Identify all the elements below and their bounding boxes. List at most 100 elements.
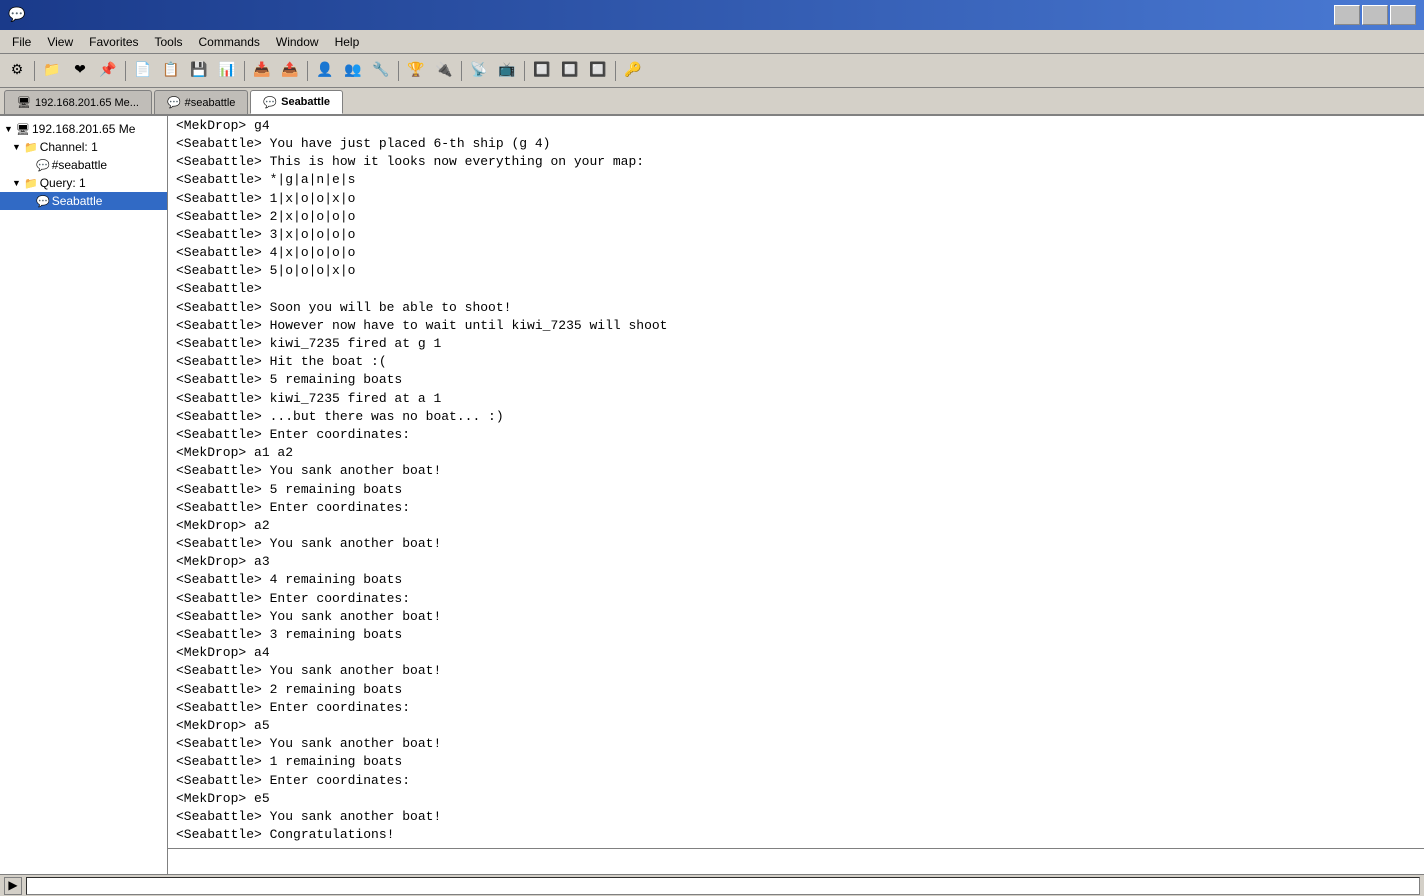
tab-icon-2: 💬 — [263, 96, 277, 109]
toolbar-sep-4 — [307, 61, 308, 81]
tab-bar: 🖥192.168.201.65 Me... 💬 #seabattle 💬 Seabatt… — [0, 88, 1424, 116]
chat-line-9: <Seabattle> 2|x|o|o|o|o — [176, 208, 1416, 226]
toolbar-sep-6 — [461, 61, 462, 81]
tree-icon-3: 📁 — [24, 177, 38, 190]
sidebar-item-2[interactable]: 💬#seabattle — [0, 156, 167, 174]
chat-line-43: <Seabattle> You sank another boat! — [176, 808, 1416, 826]
menu-item-window[interactable]: Window — [268, 33, 327, 51]
toolbar-btn-20[interactable]: 🔑 — [620, 58, 646, 84]
sidebar-item-1[interactable]: ▼📁Channel: 1 — [0, 138, 167, 156]
chat-input-bar — [168, 848, 1424, 874]
chat-line-11: <Seabattle> 4|x|o|o|o|o — [176, 244, 1416, 262]
toolbar-btn-6[interactable]: 💾 — [186, 58, 212, 84]
tab-2[interactable]: 💬 Seabattle — [250, 90, 343, 114]
chat-line-29: <Seabattle> 4 remaining boats — [176, 571, 1416, 589]
toolbar-btn-8[interactable]: 📥 — [249, 58, 275, 84]
toolbar-btn-15[interactable]: 📡 — [466, 58, 492, 84]
toolbar-btn-16[interactable]: 📺 — [494, 58, 520, 84]
menu-item-help[interactable]: Help — [327, 33, 368, 51]
tree-icon-1: 📁 — [24, 141, 38, 154]
title-bar-left: 💬 — [8, 7, 31, 24]
toolbar-btn-14[interactable]: 🔌 — [431, 58, 457, 84]
toolbar-btn-5[interactable]: 📋 — [158, 58, 184, 84]
tab-icon-1: 💬 — [167, 96, 181, 109]
toolbar-btn-19[interactable]: 🔲 — [585, 58, 611, 84]
minimize-button[interactable] — [1334, 5, 1360, 25]
chat-line-20: <Seabattle> ...but there was no boat... … — [176, 408, 1416, 426]
toolbar-sep-2 — [125, 61, 126, 81]
main: ▼🖥192.168.201.65 Me▼📁Channel: 1💬#seabatt… — [0, 116, 1424, 874]
chat-line-22: <MekDrop> a1 a2 — [176, 444, 1416, 462]
tab-label-2: Seabattle — [281, 96, 330, 108]
toolbar-btn-13[interactable]: 🏆 — [403, 58, 429, 84]
chat-line-26: <MekDrop> a2 — [176, 517, 1416, 535]
toolbar-sep-7 — [524, 61, 525, 81]
chat-line-27: <Seabattle> You sank another boat! — [176, 535, 1416, 553]
chat-line-15: <Seabattle> However now have to wait unt… — [176, 317, 1416, 335]
chat-line-5: <Seabattle> You have just placed 6-th sh… — [176, 135, 1416, 153]
chat-line-6: <Seabattle> This is how it looks now eve… — [176, 153, 1416, 171]
expand-icon-1: ▼ — [12, 142, 22, 152]
toolbar-btn-12[interactable]: 🔧 — [368, 58, 394, 84]
menu-bar: FileViewFavoritesToolsCommandsWindowHelp — [0, 30, 1424, 54]
chat-line-25: <Seabattle> Enter coordinates: — [176, 499, 1416, 517]
chat-messages[interactable]: <Seabattle> Enter coordinates for 5-th s… — [168, 116, 1424, 848]
menu-item-tools[interactable]: Tools — [147, 33, 191, 51]
toolbar-btn-10[interactable]: 👤 — [312, 58, 338, 84]
sidebar-item-4[interactable]: 💬Seabattle — [0, 192, 167, 210]
toolbar-btn-0[interactable]: ⚙ — [4, 58, 30, 84]
chat-container: <Seabattle> Enter coordinates for 5-th s… — [168, 116, 1424, 874]
chat-input[interactable] — [168, 850, 1424, 874]
chat-line-10: <Seabattle> 3|x|o|o|o|o — [176, 226, 1416, 244]
chat-line-13: <Seabattle> — [176, 280, 1416, 298]
toolbar-btn-18[interactable]: 🔲 — [557, 58, 583, 84]
chat-line-18: <Seabattle> 5 remaining boats — [176, 371, 1416, 389]
status-arrow-button[interactable]: ▶ — [4, 877, 22, 895]
sidebar-label-2: #seabattle — [52, 158, 107, 172]
status-bar: ▶ — [0, 874, 1424, 896]
status-input-area — [26, 877, 1420, 895]
expand-icon-3: ▼ — [12, 178, 22, 188]
chat-line-4: <MekDrop> g4 — [176, 117, 1416, 135]
toolbar-sep-1 — [34, 61, 35, 81]
chat-line-14: <Seabattle> Soon you will be able to sho… — [176, 299, 1416, 317]
title-bar-controls — [1334, 5, 1416, 25]
toolbar-btn-3[interactable]: 📌 — [95, 58, 121, 84]
chat-line-7: <Seabattle> *|g|a|n|e|s — [176, 171, 1416, 189]
tab-0[interactable]: 🖥192.168.201.65 Me... — [4, 90, 152, 114]
menu-item-favorites[interactable]: Favorites — [81, 33, 146, 51]
menu-item-commands[interactable]: Commands — [191, 33, 268, 51]
tab-1[interactable]: 💬 #seabattle — [154, 90, 248, 114]
toolbar-btn-17[interactable]: 🔲 — [529, 58, 555, 84]
menu-item-view[interactable]: View — [39, 33, 81, 51]
tree-icon-2: 💬 — [36, 159, 50, 172]
menu-item-file[interactable]: File — [4, 33, 39, 51]
toolbar-sep-8 — [615, 61, 616, 81]
toolbar-sep-3 — [244, 61, 245, 81]
chat-line-33: <MekDrop> a4 — [176, 644, 1416, 662]
chat-line-39: <Seabattle> 1 remaining boats — [176, 753, 1416, 771]
sidebar-item-3[interactable]: ▼📁Query: 1 — [0, 174, 167, 192]
toolbar-btn-1[interactable]: 📁 — [39, 58, 65, 84]
toolbar-btn-4[interactable]: 📄 — [130, 58, 156, 84]
maximize-button[interactable] — [1362, 5, 1388, 25]
chat-line-34: <Seabattle> You sank another boat! — [176, 662, 1416, 680]
chat-line-37: <MekDrop> a5 — [176, 717, 1416, 735]
toolbar-btn-2[interactable]: ❤ — [67, 58, 93, 84]
sidebar-label-4: Seabattle — [52, 194, 103, 208]
chat-line-12: <Seabattle> 5|o|o|o|x|o — [176, 262, 1416, 280]
toolbar: ⚙ 📁 ❤ 📌 📄 📋 💾 📊 📥 📤 👤 👥 🔧 🏆 🔌 📡 📺 🔲 🔲 🔲 … — [0, 54, 1424, 88]
toolbar-btn-9[interactable]: 📤 — [277, 58, 303, 84]
sidebar: ▼🖥192.168.201.65 Me▼📁Channel: 1💬#seabatt… — [0, 116, 168, 874]
tab-label-1: #seabattle — [185, 97, 236, 109]
toolbar-btn-7[interactable]: 📊 — [214, 58, 240, 84]
tree-icon-4: 💬 — [36, 195, 50, 208]
close-button[interactable] — [1390, 5, 1416, 25]
toolbar-btn-11[interactable]: 👥 — [340, 58, 366, 84]
tab-icon-0: 🖥 — [17, 96, 31, 109]
chat-line-30: <Seabattle> Enter coordinates: — [176, 590, 1416, 608]
sidebar-item-0[interactable]: ▼🖥192.168.201.65 Me — [0, 120, 167, 138]
chat-line-19: <Seabattle> kiwi_7235 fired at a 1 — [176, 390, 1416, 408]
chat-line-17: <Seabattle> Hit the boat :( — [176, 353, 1416, 371]
chat-line-31: <Seabattle> You sank another boat! — [176, 608, 1416, 626]
